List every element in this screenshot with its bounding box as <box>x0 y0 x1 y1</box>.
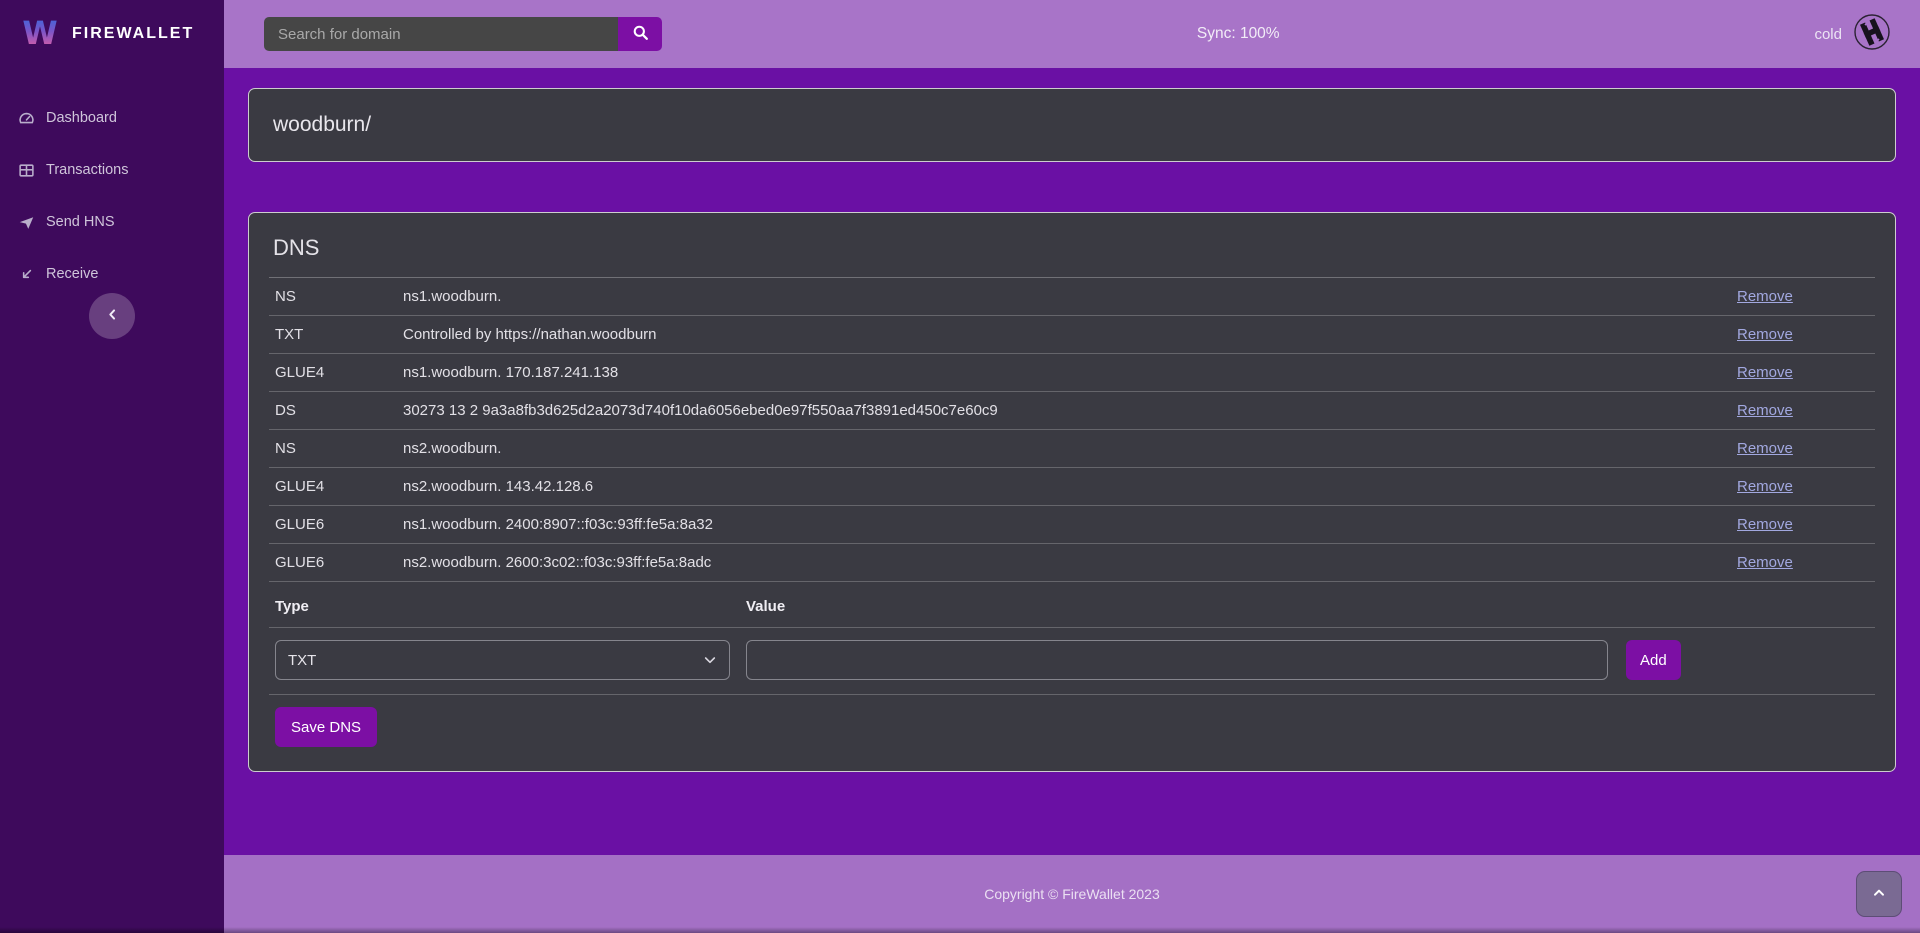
search-button[interactable] <box>618 17 662 51</box>
remove-link[interactable]: Remove <box>1737 364 1793 381</box>
record-type: GLUE6 <box>275 554 403 571</box>
record-value: ns2.woodburn. 2600:3c02::f03c:93ff:fe5a:… <box>403 554 1737 571</box>
remove-link[interactable]: Remove <box>1737 288 1793 305</box>
record-type: NS <box>275 440 403 457</box>
topbar: Sync: 100% cold <box>224 0 1920 68</box>
dns-card-title: DNS <box>269 231 1875 277</box>
brand[interactable]: W FIREWALLET <box>0 0 224 68</box>
sidebar-item-label: Send HNS <box>46 214 115 230</box>
domain-search <box>264 17 662 51</box>
record-type-select-wrap: TXT <box>275 640 730 680</box>
sidebar-item-label: Dashboard <box>46 110 117 126</box>
record-type-select[interactable]: TXT <box>275 640 730 680</box>
page-title: woodburn/ <box>273 113 371 137</box>
value-column-header: Value <box>746 598 1608 615</box>
sidebar-item-dashboard[interactable]: Dashboard <box>0 92 224 144</box>
dns-record-row: GLUE6 ns1.woodburn. 2400:8907::f03c:93ff… <box>269 506 1875 544</box>
footer: Copyright © FireWallet 2023 <box>224 855 1920 933</box>
arrow-down-left-icon <box>18 266 35 283</box>
record-value: ns1.woodburn. 2400:8907::f03c:93ff:fe5a:… <box>403 516 1737 533</box>
sync-status: Sync: 100% <box>1197 25 1280 43</box>
dns-record-row: NS ns1.woodburn. Remove <box>269 278 1875 316</box>
dns-record-row: NS ns2.woodburn. Remove <box>269 430 1875 468</box>
scroll-to-top-button[interactable] <box>1856 871 1902 917</box>
search-icon <box>631 23 650 45</box>
remove-link[interactable]: Remove <box>1737 554 1793 571</box>
handshake-icon <box>1852 12 1892 57</box>
record-action: Remove <box>1737 440 1869 457</box>
record-value: Controlled by https://nathan.woodburn <box>403 326 1737 343</box>
dns-record-row: GLUE4 ns2.woodburn. 143.42.128.6 Remove <box>269 468 1875 506</box>
record-action: Remove <box>1737 554 1869 571</box>
record-action: Remove <box>1737 402 1869 419</box>
record-value: ns2.woodburn. 143.42.128.6 <box>403 478 1737 495</box>
dns-form-headers: Type Value <box>269 582 1875 628</box>
paper-plane-icon <box>18 214 35 231</box>
main-content: woodburn/ DNS NS ns1.woodburn. Remove TX… <box>224 68 1920 855</box>
chevron-up-icon <box>1871 885 1887 904</box>
sidebar-item-send-hns[interactable]: Send HNS <box>0 196 224 248</box>
record-value-input[interactable] <box>746 640 1608 680</box>
record-type: NS <box>275 288 403 305</box>
sidebar-item-label: Receive <box>46 266 98 282</box>
sidebar-collapse-button[interactable] <box>89 293 135 339</box>
dns-record-row: GLUE6 ns2.woodburn. 2600:3c02::f03c:93ff… <box>269 544 1875 582</box>
search-input[interactable] <box>264 17 618 51</box>
record-action: Remove <box>1737 288 1869 305</box>
record-value: 30273 13 2 9a3a8fb3d625d2a2073d740f10da6… <box>403 402 1737 419</box>
record-type: GLUE4 <box>275 364 403 381</box>
wallet-indicator[interactable]: cold <box>1814 12 1892 57</box>
record-value: ns2.woodburn. <box>403 440 1737 457</box>
remove-link[interactable]: Remove <box>1737 516 1793 533</box>
remove-link[interactable]: Remove <box>1737 440 1793 457</box>
svg-text:W: W <box>22 14 57 52</box>
copyright-text: Copyright © FireWallet 2023 <box>984 886 1160 902</box>
firewallet-logo-icon: W <box>20 12 60 57</box>
record-type: GLUE6 <box>275 516 403 533</box>
brand-title: FIREWALLET <box>72 25 194 43</box>
sidebar-menu: Dashboard Transactions Send HNS <box>0 92 224 300</box>
dns-card: DNS NS ns1.woodburn. Remove TXT Controll… <box>248 212 1896 772</box>
dns-record-row: GLUE4 ns1.woodburn. 170.187.241.138 Remo… <box>269 354 1875 392</box>
table-icon <box>18 162 35 179</box>
domain-title-card: woodburn/ <box>248 88 1896 162</box>
dns-add-form: TXT Add <box>269 628 1875 695</box>
sidebar-item-transactions[interactable]: Transactions <box>0 144 224 196</box>
dns-record-row: TXT Controlled by https://nathan.woodbur… <box>269 316 1875 354</box>
record-action: Remove <box>1737 516 1869 533</box>
type-column-header: Type <box>275 598 730 615</box>
remove-link[interactable]: Remove <box>1737 326 1793 343</box>
record-action: Remove <box>1737 478 1869 495</box>
record-action: Remove <box>1737 364 1869 381</box>
gauge-icon <box>18 110 35 127</box>
wallet-name: cold <box>1814 26 1842 43</box>
sidebar-item-label: Transactions <box>46 162 128 178</box>
remove-link[interactable]: Remove <box>1737 478 1793 495</box>
record-type: DS <box>275 402 403 419</box>
save-dns-button[interactable]: Save DNS <box>275 707 377 747</box>
dns-records-table: NS ns1.woodburn. Remove TXT Controlled b… <box>269 278 1875 582</box>
record-action: Remove <box>1737 326 1869 343</box>
add-record-button[interactable]: Add <box>1626 640 1681 680</box>
record-value: ns1.woodburn. <box>403 288 1737 305</box>
record-type: GLUE4 <box>275 478 403 495</box>
sidebar: W FIREWALLET Dashboard Transact <box>0 0 224 933</box>
chevron-left-icon <box>105 306 120 327</box>
remove-link[interactable]: Remove <box>1737 402 1793 419</box>
record-type: TXT <box>275 326 403 343</box>
record-value: ns1.woodburn. 170.187.241.138 <box>403 364 1737 381</box>
dns-record-row: DS 30273 13 2 9a3a8fb3d625d2a2073d740f10… <box>269 392 1875 430</box>
